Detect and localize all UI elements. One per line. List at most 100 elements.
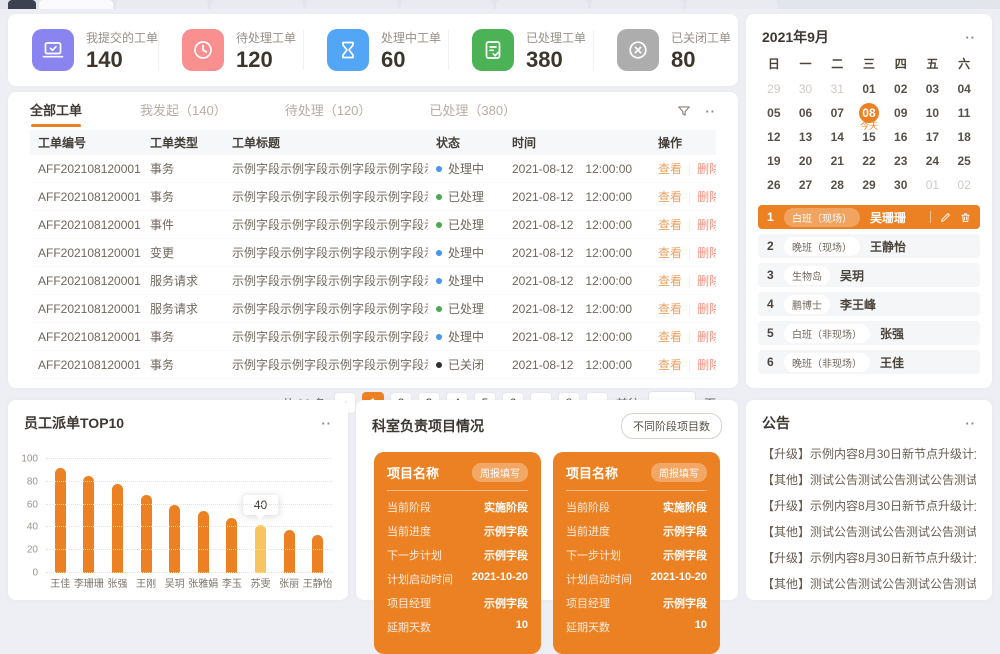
- project-field-row: 当前阶段实施阶段: [387, 499, 528, 515]
- browser-tab[interactable]: [591, 0, 683, 9]
- edit-icon[interactable]: [940, 212, 951, 223]
- workorder-tab[interactable]: 待处理（120）: [285, 92, 372, 130]
- announcement-item[interactable]: 【其他】测试公告测试公告测试公告测试公告测试公告: [762, 471, 976, 488]
- more-icon[interactable]: ··: [965, 417, 976, 430]
- time-value: 12:00:00: [585, 330, 632, 344]
- calendar-day[interactable]: 01: [917, 173, 949, 197]
- calendar-day[interactable]: 30: [790, 77, 822, 101]
- browser-tab[interactable]: [211, 0, 303, 9]
- view-link[interactable]: 查看: [658, 358, 682, 372]
- calendar-day[interactable]: 04: [948, 77, 980, 101]
- calendar-day[interactable]: 11: [948, 101, 980, 125]
- delete-link[interactable]: 删除: [697, 330, 716, 344]
- delete-link[interactable]: 删除: [697, 358, 716, 372]
- field-value: 示例字段: [484, 595, 528, 611]
- workorder-tab[interactable]: 已处理（380）: [429, 92, 516, 130]
- calendar-day[interactable]: 03: [917, 77, 949, 101]
- browser-tab[interactable]: [306, 0, 398, 9]
- browser-tab[interactable]: [401, 0, 493, 9]
- shift-row[interactable]: 6晚班（非现场）王佳: [758, 350, 980, 374]
- calendar-day[interactable]: 01: [853, 77, 885, 101]
- calendar-day[interactable]: 02: [948, 173, 980, 197]
- view-link[interactable]: 查看: [658, 246, 682, 260]
- calendar-day[interactable]: 24: [917, 149, 949, 173]
- announcement-item[interactable]: 【其他】测试公告测试公告测试公告测试公告测试公告: [762, 575, 976, 592]
- browser-tab[interactable]: [496, 0, 588, 9]
- browser-tab[interactable]: [8, 0, 36, 9]
- more-icon[interactable]: ··: [321, 417, 332, 430]
- calendar-day[interactable]: 02: [885, 77, 917, 101]
- calendar-day[interactable]: 25: [948, 149, 980, 173]
- view-link[interactable]: 查看: [658, 218, 682, 232]
- browser-tab[interactable]: [39, 0, 113, 9]
- chart-bar[interactable]: [112, 484, 123, 573]
- view-link[interactable]: 查看: [658, 162, 682, 176]
- announcement-item[interactable]: 【升级】示例内容8月30日新节点升级计划通知: [762, 549, 976, 566]
- trash-icon[interactable]: [960, 212, 971, 223]
- calendar-day[interactable]: 17: [917, 125, 949, 149]
- calendar-day[interactable]: 13: [790, 125, 822, 149]
- calendar-day-today[interactable]: 08今天: [853, 101, 885, 125]
- chart-bar[interactable]: [312, 535, 323, 573]
- announcement-item[interactable]: 【其他】测试公告测试公告测试公告测试公告测试公告: [762, 523, 976, 540]
- announcement-item[interactable]: 【升级】示例内容8月30日新节点升级计划通知: [762, 445, 976, 462]
- calendar-day[interactable]: 09: [885, 101, 917, 125]
- view-link[interactable]: 查看: [658, 302, 682, 316]
- workorder-id: AFF202108120001: [30, 183, 142, 211]
- calendar-day[interactable]: 23: [885, 149, 917, 173]
- workorder-tab[interactable]: 全部工单: [30, 92, 82, 130]
- view-link[interactable]: 查看: [658, 190, 682, 204]
- weekly-report-button[interactable]: 周报填写: [472, 463, 528, 482]
- calendar-day[interactable]: 22: [853, 149, 885, 173]
- calendar-day[interactable]: 16: [885, 125, 917, 149]
- more-icon[interactable]: ··: [705, 105, 716, 118]
- calendar-day[interactable]: 06: [790, 101, 822, 125]
- browser-tab[interactable]: [686, 0, 778, 9]
- browser-tab[interactable]: [116, 0, 208, 9]
- shift-row[interactable]: 2晚班（现场）王静怡: [758, 234, 980, 258]
- calendar-day[interactable]: 07: [821, 101, 853, 125]
- calendar-day[interactable]: 21: [821, 149, 853, 173]
- delete-link[interactable]: 删除: [697, 274, 716, 288]
- delete-link[interactable]: 删除: [697, 246, 716, 260]
- shift-row[interactable]: 3生物岛吴玥: [758, 263, 980, 287]
- calendar-day[interactable]: 05: [758, 101, 790, 125]
- announcement-item[interactable]: 【升级】示例内容8月30日新节点升级计划通知: [762, 497, 976, 514]
- shift-row[interactable]: 4鹏博士李王峰: [758, 292, 980, 316]
- calendar-day[interactable]: 12: [758, 125, 790, 149]
- view-link[interactable]: 查看: [658, 330, 682, 344]
- delete-link[interactable]: 删除: [697, 190, 716, 204]
- stage-count-button[interactable]: 不同阶段项目数: [621, 413, 722, 439]
- view-link[interactable]: 查看: [658, 274, 682, 288]
- chart-bar[interactable]: [169, 505, 180, 573]
- calendar-day[interactable]: 15: [853, 125, 885, 149]
- filter-icon[interactable]: [677, 104, 691, 118]
- shift-row[interactable]: 1白班（现场）吴珊珊: [758, 205, 980, 229]
- delete-link[interactable]: 删除: [697, 162, 716, 176]
- calendar-day[interactable]: 26: [758, 173, 790, 197]
- calendar-day[interactable]: 27: [790, 173, 822, 197]
- delete-link[interactable]: 删除: [697, 218, 716, 232]
- chart-bar[interactable]: [141, 495, 152, 573]
- calendar-day[interactable]: 29: [853, 173, 885, 197]
- shift-row[interactable]: 5白班（非现场）张强: [758, 321, 980, 345]
- project-field-row: 当前进度示例字段: [566, 523, 707, 539]
- more-icon[interactable]: ··: [965, 31, 976, 44]
- calendar-day[interactable]: 19: [758, 149, 790, 173]
- calendar-day[interactable]: 10: [917, 101, 949, 125]
- calendar-day[interactable]: 28: [821, 173, 853, 197]
- calendar-day[interactable]: 20: [790, 149, 822, 173]
- chart-bar[interactable]: [83, 476, 94, 573]
- chart-bar[interactable]: [198, 511, 209, 573]
- day-number: 21: [831, 149, 844, 173]
- chart-bar[interactable]: [284, 530, 295, 573]
- calendar-day[interactable]: 31: [821, 77, 853, 101]
- calendar-day[interactable]: 14: [821, 125, 853, 149]
- weekly-report-button[interactable]: 周报填写: [651, 463, 707, 482]
- calendar-day[interactable]: 18: [948, 125, 980, 149]
- calendar-day[interactable]: 29: [758, 77, 790, 101]
- chart-bar[interactable]: [55, 468, 66, 573]
- delete-link[interactable]: 删除: [697, 302, 716, 316]
- calendar-day[interactable]: 30: [885, 173, 917, 197]
- workorder-tab[interactable]: 我发起（140）: [140, 92, 227, 130]
